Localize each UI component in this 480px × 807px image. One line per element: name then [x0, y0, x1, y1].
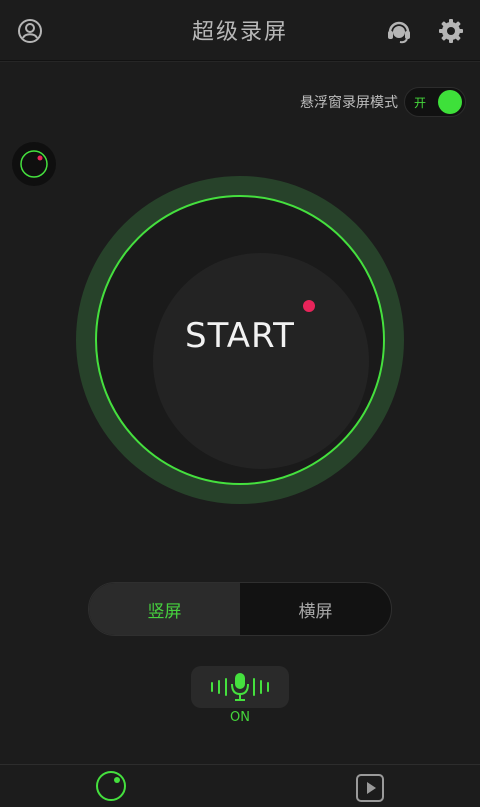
landscape-option[interactable]: 横屏 [240, 583, 391, 635]
bottom-nav [0, 764, 480, 803]
record-dial-icon [20, 150, 48, 178]
floating-record-dial[interactable] [12, 142, 56, 186]
microphone-toggle[interactable] [191, 666, 289, 708]
floating-mode-switch[interactable]: 开 [404, 87, 466, 117]
settings-gear-icon[interactable] [435, 15, 467, 47]
record-dial-icon [96, 771, 126, 801]
switch-knob [438, 90, 462, 114]
orientation-selector: 竖屏 横屏 [88, 582, 392, 636]
nav-record-tab[interactable] [94, 769, 128, 803]
portrait-option[interactable]: 竖屏 [89, 583, 240, 635]
microphone-state: ON [230, 710, 250, 725]
start-label: START [185, 316, 295, 356]
microphone-icon [211, 673, 269, 701]
start-core [153, 253, 369, 469]
record-indicator-dot [303, 300, 315, 312]
nav-videos-tab[interactable] [355, 773, 385, 803]
support-headset-icon[interactable] [383, 15, 415, 47]
app-header: 超级录屏 [0, 0, 480, 61]
switch-state-text: 开 [414, 96, 427, 110]
floating-mode-row: 悬浮窗录屏模式 开 [300, 86, 466, 118]
video-play-icon [356, 774, 384, 802]
floating-mode-label: 悬浮窗录屏模式 [300, 95, 398, 111]
start-record-button[interactable]: START [76, 176, 404, 504]
